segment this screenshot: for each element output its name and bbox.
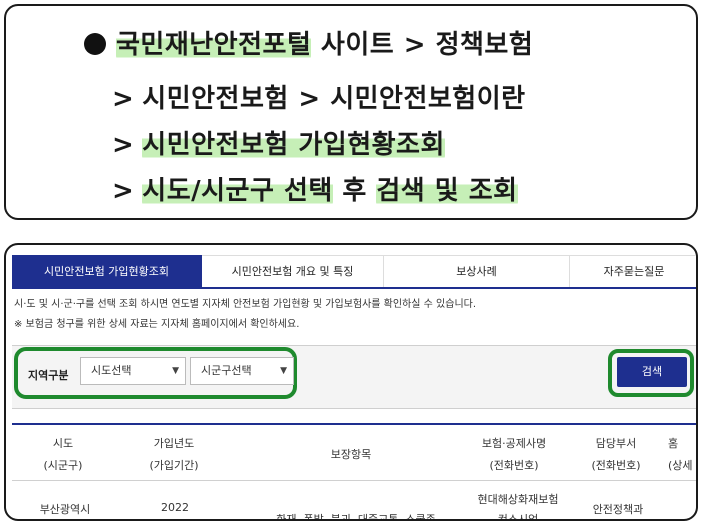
search-button[interactable]: 검색 [617,357,687,387]
col-header-year: 가입년도 (가입기간) [134,433,214,477]
header-label: 보장항목 [330,448,372,461]
screenshot-card: 시민안전보험 가입현황조회 시민안전보험 개요 및 특징 보상사례 자주묻는질문… [4,243,698,521]
highlight-select: 시도/시군구 선택 [142,176,333,206]
instruction-line-2: > 시민안전보험 > 시민안전보험이란 [112,78,526,115]
sido-select[interactable]: 시도선택 ▼ [80,357,186,385]
tab-faq[interactable]: 자주묻는질문 [570,255,696,287]
arrow-icon: > [112,84,135,114]
highlight-portal-name: 국민재난안전포털 [116,30,312,60]
header-sublabel: (전화번호) [591,459,641,472]
header-label: 담당부서 [595,437,637,450]
chevron-down-icon: ▼ [172,366,179,376]
sigungu-select[interactable]: 시군구선택 ▼ [190,357,294,385]
instruction-text: 후 [332,176,377,206]
cell-coverage: 화재, 폭발, 붕괴, 대중교통, 스쿨존 [276,513,436,521]
header-sublabel: (가입기간) [149,459,199,472]
header-sublabel: (상세 [668,459,693,472]
arrow-icon: > [112,176,135,206]
col-header-homepage: 홈 (상세 [668,433,696,477]
highlight-inquiry: 시민안전보험 가입현황조회 [142,130,445,160]
tab-overview[interactable]: 시민안전보험 개요 및 특징 [202,255,384,287]
sigungu-select-value: 시군구선택 [201,364,252,377]
table-header-divider [12,480,696,481]
tab-subscription-status[interactable]: 시민안전보험 가입현황조회 [12,255,202,287]
instruction-text: 사이트 > 정책보험 [311,30,534,60]
header-label: 가입년도 [153,437,195,450]
instruction-line-4: > 시도/시군구 선택 후 검색 및 조회 [112,170,518,207]
col-header-insurer: 보험·공제사명 (전화번호) [464,433,564,477]
header-label: 시도 [52,437,74,450]
header-label: 보험·공제사명 [481,437,547,450]
bullet-icon [84,33,106,55]
col-header-sido: 시도 (시군구) [28,433,98,477]
header-sublabel: (시군구) [43,459,83,472]
instruction-line-3: > 시민안전보험 가입현황조회 [112,124,445,161]
sido-select-value: 시도선택 [91,364,132,377]
instruction-text: 시민안전보험 > 시민안전보험이란 [142,84,526,114]
notice-text: ※ 보험금 청구를 위한 상세 자료는 지자체 홈페이지에서 확인하세요. [14,319,300,330]
col-header-dept: 담당부서 (전화번호) [578,433,654,477]
chevron-down-icon: ▼ [280,366,287,376]
instruction-line-1: 국민재난안전포털 사이트 > 정책보험 [84,24,533,61]
notice-text: 시·도 및 시·군·구를 선택 조회 하시면 연도별 지자체 안전보험 가입현황… [14,299,477,310]
arrow-icon: > [112,130,135,160]
cell-sido: 부산광역시 [39,503,91,516]
instruction-card: 국민재난안전포털 사이트 > 정책보험 > 시민안전보험 > 시민안전보험이란 >… [4,4,698,220]
header-sublabel: (전화번호) [489,459,539,472]
region-label: 지역구분 [28,369,69,382]
highlight-search: 검색 및 조회 [376,176,518,206]
tab-compensation-cases[interactable]: 보상사례 [384,255,570,287]
table-top-border [12,423,696,425]
cell-dept: 안전정책과 [592,503,644,516]
tab-bar: 시민안전보험 가입현황조회 시민안전보험 개요 및 특징 보상사례 자주묻는질문 [12,255,696,289]
cell-insurer-sub: 컨소시엄 [497,513,539,521]
header-label: 홈 [668,437,679,450]
col-header-coverage: 보장항목 [286,444,416,466]
cell-year: 2022 [161,501,189,514]
cell-insurer: 현대해상화재보험 [477,493,559,506]
